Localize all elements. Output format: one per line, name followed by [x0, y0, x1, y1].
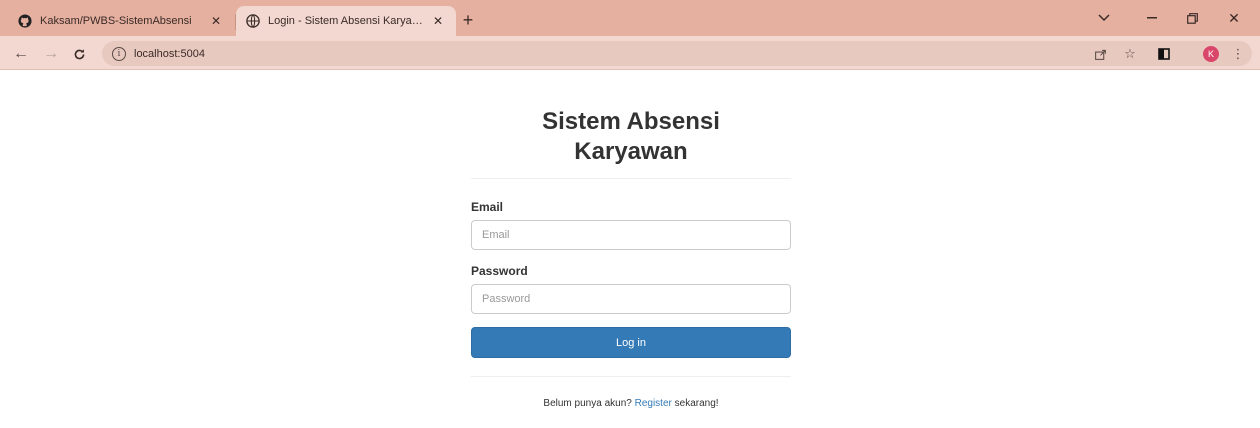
browser-tab-strip: Kaksam/PWBS-SistemAbsensi ✕ Login - Sist… — [0, 0, 1260, 36]
address-url: localhost:5004 — [134, 47, 205, 60]
divider — [471, 178, 791, 179]
github-icon — [18, 14, 32, 28]
browser-tab[interactable]: Kaksam/PWBS-SistemAbsensi ✕ — [8, 6, 234, 36]
email-field[interactable] — [471, 220, 791, 250]
browser-toolbar: ← → i localhost:5004 ☆ K ⋮ — [0, 36, 1260, 70]
login-form: Sistem Absensi Karyawan Email Password L… — [471, 107, 791, 409]
browser-tab-active[interactable]: Login - Sistem Absensi Karyawan ✕ — [236, 6, 456, 36]
window-close-icon[interactable]: ✕ — [1214, 6, 1254, 30]
register-prompt-prefix: Belum punya akun? — [543, 398, 632, 409]
password-field[interactable] — [471, 284, 791, 314]
address-bar[interactable]: i localhost:5004 — [102, 41, 1252, 66]
register-prompt-suffix: sekarang! — [674, 398, 719, 409]
globe-icon — [246, 14, 260, 28]
profile-avatar[interactable]: K — [1203, 46, 1219, 62]
register-prompt: Belum punya akun? Register sekarang! — [471, 398, 791, 409]
page-title: Sistem Absensi Karyawan — [542, 108, 720, 165]
close-icon[interactable]: ✕ — [208, 13, 224, 29]
bookmark-star-icon[interactable]: ☆ — [1120, 44, 1140, 64]
tab-title: Kaksam/PWBS-SistemAbsensi — [40, 15, 192, 27]
reload-icon[interactable] — [68, 43, 90, 65]
password-label: Password — [471, 264, 528, 278]
page-content: Sistem Absensi Karyawan Email Password L… — [0, 71, 1260, 428]
register-link[interactable]: Register — [635, 398, 672, 409]
share-icon[interactable] — [1090, 44, 1110, 64]
site-info-icon[interactable]: i — [112, 46, 126, 61]
login-button[interactable]: Log in — [471, 327, 791, 358]
restore-icon[interactable] — [1172, 6, 1212, 30]
tab-title: Login - Sistem Absensi Karyawan — [268, 15, 424, 27]
forward-arrow-icon[interactable]: → — [40, 43, 62, 65]
divider — [471, 376, 791, 377]
email-label: Email — [471, 200, 504, 214]
new-tab-plus-icon[interactable]: + — [458, 10, 478, 30]
back-arrow-icon[interactable]: ← — [10, 43, 32, 65]
more-menu-icon[interactable]: ⋮ — [1228, 44, 1248, 64]
side-panel-icon[interactable] — [1154, 44, 1174, 64]
minimize-icon[interactable] — [1132, 6, 1172, 30]
close-icon[interactable]: ✕ — [430, 13, 446, 29]
tab-search-chevron-icon[interactable] — [1084, 6, 1124, 30]
